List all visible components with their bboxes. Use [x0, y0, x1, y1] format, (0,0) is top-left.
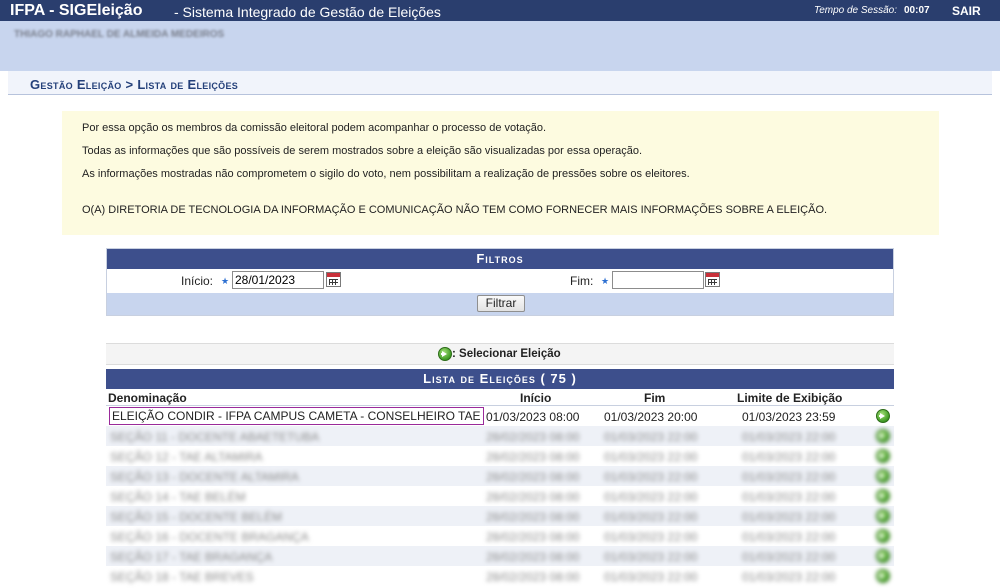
info-line: Todas as informações que são possíveis d… — [82, 145, 643, 157]
table-row: SEÇÃO 12 - TAE ALTAMIRA 28/02/2023 08:00 0… — [106, 446, 894, 466]
filter-button[interactable]: Filtrar — [477, 295, 525, 312]
election-limit: 01/03/2023 22:00 — [742, 490, 836, 504]
logout-link[interactable]: SAIR — [952, 4, 981, 18]
table-header: Denominação Início Fim Limite de Exibiçã… — [106, 389, 894, 406]
select-election-icon[interactable] — [876, 549, 890, 563]
election-name: SEÇÃO 14 - TAE BELÉM — [110, 490, 246, 504]
election-name: SEÇÃO 18 - TAE BREVES — [110, 570, 254, 584]
select-election-icon[interactable] — [876, 569, 890, 583]
election-end: 01/03/2023 22:00 — [604, 530, 698, 544]
election-start: 28/02/2023 08:00 — [486, 450, 580, 464]
table-row: SEÇÃO 11 - DOCENTE ABAETETUBA 28/02/2023 … — [106, 426, 894, 446]
required-star-icon: ★ — [601, 276, 610, 286]
election-name: SEÇÃO 13 - DOCENTE ALTAMIRA — [110, 470, 299, 484]
calendar-icon[interactable] — [326, 272, 341, 287]
col-start: Início — [520, 391, 552, 405]
election-end: 01/03/2023 22:00 — [604, 550, 698, 564]
election-limit: 01/03/2023 22:00 — [742, 470, 836, 484]
required-star-icon: ★ — [221, 276, 230, 286]
election-end: 01/03/2023 22:00 — [604, 450, 698, 464]
start-date-input[interactable] — [232, 271, 324, 289]
top-bar: IFPA - SIGEleição - Sistema Integrado de… — [0, 0, 1000, 21]
election-limit: 01/03/2023 22:00 — [742, 510, 836, 524]
filters-panel: Filtros Início: ★ Fim: ★ Filtrar — [106, 248, 894, 316]
table-row: SEÇÃO 16 - DOCENTE BRAGANÇA 28/02/2023 08… — [106, 526, 894, 546]
election-name: SEÇÃO 15 - DOCENTE BELÉM — [110, 510, 283, 524]
election-end: 01/03/2023 22:00 — [604, 470, 698, 484]
election-end: 01/03/2023 22:00 — [604, 570, 698, 584]
select-election-icon[interactable] — [876, 489, 890, 503]
election-start: 28/02/2023 08:00 — [486, 490, 580, 504]
select-election-icon[interactable] — [876, 529, 890, 543]
election-end: 01/03/2023 22:00 — [604, 510, 698, 524]
election-end: 01/03/2023 22:00 — [604, 490, 698, 504]
col-limit: Limite de Exibição — [737, 391, 843, 405]
user-name: THIAGO RAPHAEL DE ALMEIDA MEDEIROS — [14, 29, 225, 40]
election-name: SEÇÃO 11 - DOCENTE ABAETETUBA — [110, 430, 320, 444]
election-start: 28/02/2023 08:00 — [486, 470, 580, 484]
election-start: 28/02/2023 08:00 — [486, 510, 580, 524]
select-election-icon[interactable] — [876, 509, 890, 523]
select-election-icon[interactable] — [876, 469, 890, 483]
election-name: ELEIÇÃO CONDIR - IFPA CAMPUS CAMETA - CO… — [109, 407, 484, 425]
table-row: SEÇÃO 17 - TAE BRAGANÇA 28/02/2023 08:00 0… — [106, 546, 894, 566]
legend-bar: : Selecionar Eleição — [106, 343, 894, 365]
select-election-icon[interactable] — [876, 429, 890, 443]
table-row: SEÇÃO 14 - TAE BELÉM 28/02/2023 08:00 01/0… — [106, 486, 894, 506]
legend-label: : Selecionar Eleição — [452, 348, 561, 360]
system-name: IFPA - SIGEleição — [10, 2, 143, 19]
election-end: 01/03/2023 22:00 — [604, 430, 698, 444]
election-start: 01/03/2023 08:00 — [486, 410, 580, 424]
col-name: Denominação — [108, 391, 187, 405]
page-title: Gestão Eleição > Lista de Eleições — [30, 77, 239, 92]
end-date-input[interactable] — [612, 271, 704, 289]
election-limit: 01/03/2023 22:00 — [742, 430, 836, 444]
info-line: As informações mostradas não comprometem… — [82, 168, 690, 180]
elections-list: Lista de Eleições ( 75 ) Denominação Iní… — [106, 369, 894, 586]
select-election-icon[interactable] — [876, 449, 890, 463]
election-start: 28/02/2023 08:00 — [486, 530, 580, 544]
table-row: SEÇÃO 15 - DOCENTE BELÉM 28/02/2023 08:00… — [106, 506, 894, 526]
calendar-icon[interactable] — [705, 272, 720, 287]
info-line: Por essa opção os membros da comissão el… — [82, 122, 547, 134]
green-arrow-circle-icon — [438, 347, 452, 361]
start-date-label: Início: — [181, 274, 214, 288]
election-limit: 01/03/2023 23:59 — [742, 410, 836, 424]
info-box: Por essa opção os membros da comissão el… — [62, 111, 939, 235]
system-subtitle: - Sistema Integrado de Gestão de Eleiçõe… — [174, 4, 441, 20]
end-date-label: Fim: — [570, 274, 594, 288]
election-end: 01/03/2023 20:00 — [604, 410, 698, 424]
table-row: SEÇÃO 18 - TAE BREVES 28/02/2023 08:00 01/… — [106, 566, 894, 586]
election-name: SEÇÃO 16 - DOCENTE BRAGANÇA — [110, 530, 309, 544]
breadcrumb: Gestão Eleição > Lista de Eleições — [8, 71, 992, 95]
election-name: SEÇÃO 12 - TAE ALTAMIRA — [110, 450, 263, 464]
user-info-bar: THIAGO RAPHAEL DE ALMEIDA MEDEIROS — [0, 21, 1000, 71]
election-name: SEÇÃO 17 - TAE BRAGANÇA — [110, 550, 273, 564]
info-notice: O(A) DIRETORIA DE TECNOLOGIA DA INFORMAÇ… — [82, 204, 828, 216]
election-limit: 01/03/2023 22:00 — [742, 570, 836, 584]
session-time: 00:07 — [904, 5, 930, 16]
table-row: SEÇÃO 13 - DOCENTE ALTAMIRA 28/02/2023 08… — [106, 466, 894, 486]
filters-title: Filtros — [107, 249, 893, 269]
select-election-icon[interactable] — [876, 409, 890, 423]
election-start: 28/02/2023 08:00 — [486, 550, 580, 564]
election-limit: 01/03/2023 22:00 — [742, 530, 836, 544]
election-start: 28/02/2023 08:00 — [486, 570, 580, 584]
session-label: Tempo de Sessão: — [814, 5, 898, 16]
list-title: Lista de Eleições ( 75 ) — [106, 369, 894, 389]
election-limit: 01/03/2023 22:00 — [742, 550, 836, 564]
table-row: ELEIÇÃO CONDIR - IFPA CAMPUS CAMETA - CO… — [106, 406, 894, 426]
col-end: Fim — [644, 391, 666, 405]
election-limit: 01/03/2023 22:00 — [742, 450, 836, 464]
election-start: 28/02/2023 08:00 — [486, 430, 580, 444]
